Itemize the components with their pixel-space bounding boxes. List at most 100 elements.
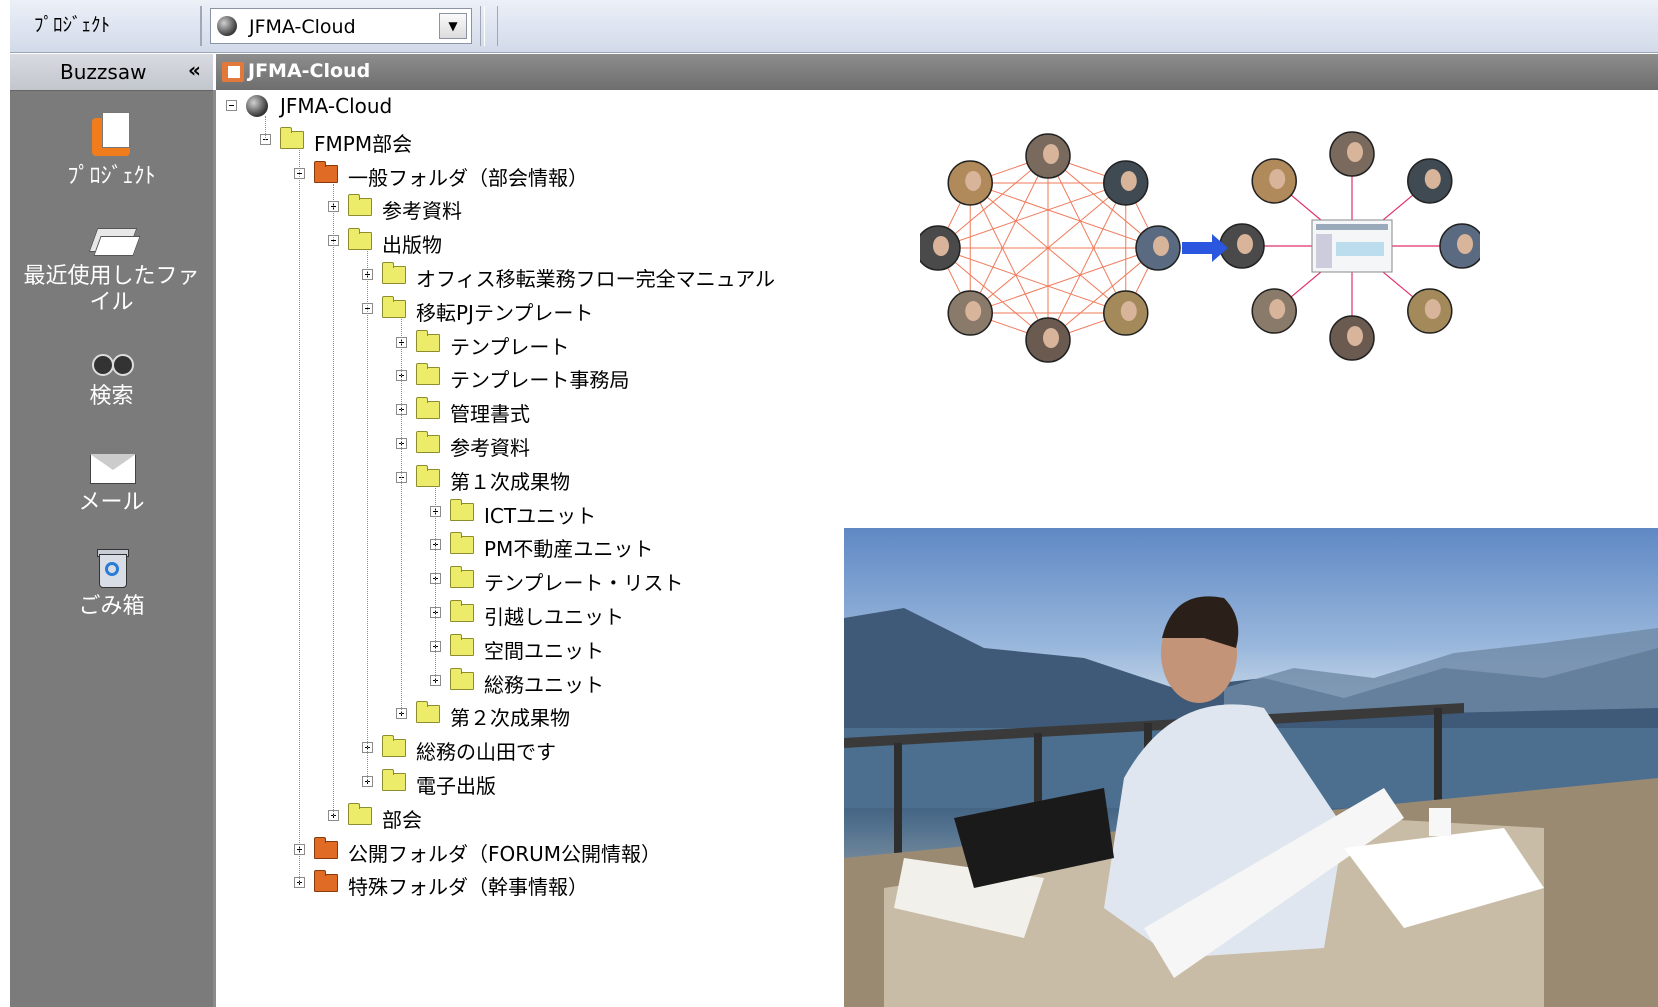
tree-node-label: テンプレート事務局 — [450, 368, 630, 393]
sidebar-item-label: ごみ箱 — [78, 594, 145, 619]
tree-node-label: 管理書式 — [450, 402, 530, 427]
tree-node-label: 移転PJテンプレート — [416, 300, 594, 325]
panel-border — [213, 90, 216, 1007]
avatar-face — [965, 170, 982, 191]
sidebar-item-mail[interactable]: メール — [10, 450, 213, 516]
folder-icon — [416, 397, 440, 420]
recent-files-icon — [88, 222, 141, 258]
collapse-toggle-icon[interactable] — [226, 100, 237, 111]
avatar-face — [1347, 326, 1363, 346]
avatar-face — [1424, 299, 1441, 320]
sidebar-item-label: メール — [78, 490, 145, 515]
avatar-face — [1120, 170, 1137, 191]
folder-icon — [450, 566, 474, 589]
tree-guide-line — [265, 116, 266, 140]
tree-node-label: 空間ユニット — [484, 638, 604, 663]
tree-guide-line — [435, 487, 436, 681]
avatar-face — [933, 236, 949, 256]
main-panel-title: JFMA-Cloud — [248, 60, 371, 82]
sidebar-header: Buzzsaw « — [10, 54, 213, 91]
tree-node-label: 出版物 — [382, 233, 442, 258]
sidebar-title: Buzzsaw — [60, 60, 147, 84]
collapse-sidebar-button[interactable]: « — [188, 58, 201, 82]
tree-node-label: 公開フォルダ（FORUM公開情報） — [348, 841, 662, 866]
avatar-face — [1269, 168, 1286, 189]
sidebar-item-search[interactable]: 検索 — [10, 344, 213, 410]
folder-icon — [348, 802, 372, 825]
folder-icon — [450, 532, 474, 555]
folder-icon — [348, 194, 372, 217]
avatar-face — [1424, 168, 1441, 189]
folder-icon — [450, 633, 474, 656]
tree-guide-line — [299, 149, 300, 884]
collaboration-diagram — [920, 131, 1480, 363]
hub-screen-chart — [1336, 242, 1384, 256]
project-select[interactable]: JFMA-Cloud ▼ — [210, 8, 472, 44]
project-folder-icon — [222, 62, 244, 82]
folder-icon — [416, 464, 440, 487]
sidebar-item-trash[interactable]: ごみ箱 — [10, 546, 213, 620]
tree-node-label: 特殊フォルダ（幹事情報） — [348, 875, 588, 900]
folder-icon — [382, 769, 406, 791]
tree-node-label: 総務の山田です — [416, 740, 556, 765]
sidebar-item-label: 最近使用したファイル — [23, 264, 200, 315]
orange-folder-icon — [314, 836, 338, 859]
avatar-face — [1153, 236, 1169, 256]
folder-icon — [416, 363, 440, 386]
tree-node-label: FMPM部会 — [314, 131, 413, 156]
tree-guide-line — [333, 183, 334, 816]
sidebar-item-label: ﾌﾟﾛｼﾞｪｸﾄ — [67, 164, 156, 189]
dropdown-arrow-icon[interactable]: ▼ — [439, 13, 467, 39]
railing-post — [894, 743, 902, 853]
folder-icon — [382, 295, 406, 318]
tree-node-label: PM不動産ユニット — [484, 537, 654, 562]
folder-icon — [348, 228, 372, 251]
hub-screen-panel — [1316, 234, 1332, 268]
avatar-face — [1347, 142, 1363, 162]
folder-icon — [450, 498, 474, 521]
project-label: ﾌﾟﾛｼﾞｪｸﾄ — [34, 14, 111, 36]
recycle-bin-icon — [95, 546, 129, 588]
tree-node-label: JFMA-Cloud — [280, 94, 393, 118]
avatar-face — [1120, 301, 1137, 322]
sidebar-item-label: 検索 — [89, 384, 134, 409]
avatar-face — [1043, 144, 1059, 164]
folder-icon — [416, 329, 440, 352]
toolbar-separator — [200, 6, 202, 46]
tree-node-label: 電子出版 — [416, 774, 496, 798]
avatar-face — [1237, 234, 1253, 254]
hub-screen-bar — [1316, 224, 1388, 230]
sidebar-item-project[interactable]: ﾌﾟﾛｼﾞｪｸﾄ — [10, 110, 213, 190]
project-select-value: JFMA-Cloud — [249, 16, 356, 38]
folder-icon — [416, 701, 440, 724]
tree-node-label: 部会 — [382, 807, 422, 832]
tree-node-label: 引越しユニット — [484, 605, 624, 629]
sidebar-item-recent-files[interactable]: 最近使用したファイル — [10, 222, 213, 316]
folder-icon — [280, 126, 304, 149]
folder-icon — [382, 262, 406, 284]
tree-node-label: オフィス移転業務フロー完全マニュアル — [416, 267, 775, 291]
tree-node-label: テンプレート — [450, 334, 570, 359]
tree-guide-line — [367, 251, 368, 782]
binoculars-icon — [90, 344, 134, 378]
photo-drawing — [844, 596, 1658, 1007]
tree-node-label: 総務ユニット — [484, 672, 604, 697]
avatar-face — [1269, 299, 1286, 320]
orange-folder-icon — [314, 160, 338, 183]
folder-icon — [450, 667, 474, 690]
folder-icon — [382, 735, 406, 758]
lakeside-laptop-photo — [844, 528, 1658, 1007]
project-icon — [90, 110, 134, 158]
tree-node-label: 参考資料 — [450, 436, 530, 460]
folder-icon — [416, 431, 440, 453]
cup — [1429, 808, 1451, 836]
tree-node-label: 第１次成果物 — [450, 469, 570, 494]
avatar-face — [965, 301, 982, 322]
main-panel-header: JFMA-Cloud — [216, 54, 1658, 90]
tree-guide-line — [401, 318, 402, 715]
avatar-face — [1457, 234, 1473, 254]
globe-icon — [246, 95, 268, 117]
tree-node-label: ICTユニット — [484, 503, 597, 528]
globe-icon — [217, 16, 237, 36]
folder-icon — [450, 600, 474, 622]
